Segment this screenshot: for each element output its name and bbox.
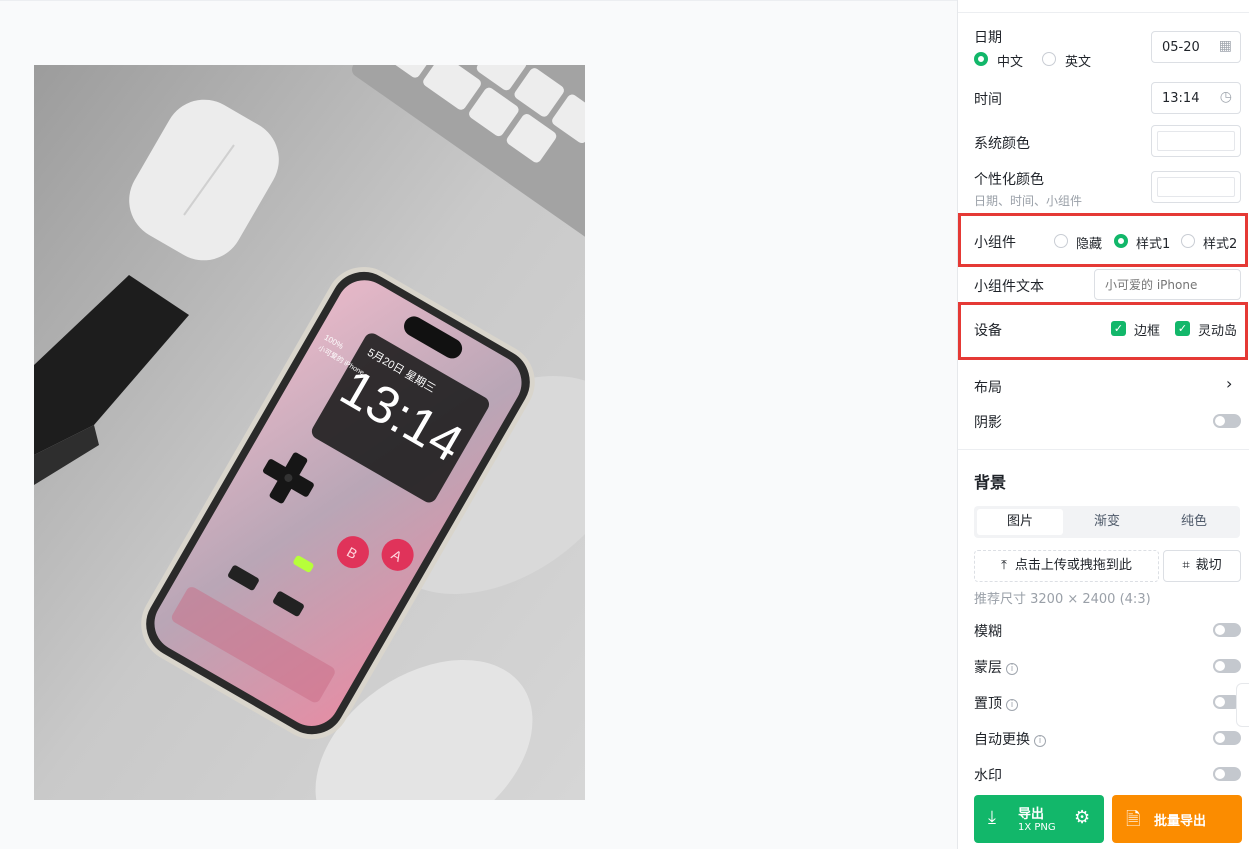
tab-solid[interactable]: 纯色 (1151, 509, 1237, 535)
chevron-right-icon[interactable]: › (1226, 374, 1232, 393)
upload-label: 点击上传或拽拖到此 (1014, 558, 1132, 573)
device-label: 设备 (974, 323, 1002, 339)
mask-toggle[interactable] (1213, 659, 1241, 673)
lang-zh-label: 中文 (997, 55, 1024, 70)
widget-text-input[interactable] (1094, 269, 1241, 300)
blur-label: 模糊 (974, 624, 1002, 640)
download-icon: ⤓ (988, 807, 996, 828)
info-icon[interactable]: i (1006, 663, 1018, 675)
crop-icon: ⌗ (1182, 558, 1190, 573)
personal-color-hint: 日期、时间、小组件 (974, 194, 1083, 208)
lang-radio-zh[interactable] (974, 52, 988, 66)
frame-checkbox[interactable]: ✓ (1111, 321, 1126, 336)
watermark-toggle[interactable] (1213, 767, 1241, 781)
widget-radio-style2[interactable] (1181, 234, 1195, 248)
side-handle[interactable] (1236, 683, 1249, 727)
widget-radio-style1[interactable] (1114, 234, 1128, 248)
frame-label: 边框 (1134, 324, 1161, 339)
background-title: 背景 (974, 473, 1007, 492)
time-picker[interactable]: 13:14 ◷ (1151, 82, 1241, 114)
mockup-image: 5月20日 星期三 13:14 100% 小可爱的 iPhone B A (34, 65, 585, 800)
personal-color-picker[interactable] (1151, 171, 1241, 203)
tab-image[interactable]: 图片 (977, 509, 1063, 535)
time-value: 13:14 (1162, 91, 1200, 106)
date-value: 05-20 (1162, 40, 1200, 55)
pin-top-label: 置顶 (974, 696, 1002, 712)
info-icon[interactable]: i (1034, 735, 1046, 747)
system-color-picker[interactable] (1151, 125, 1241, 157)
export-label: 导出 (1018, 807, 1045, 822)
time-label: 时间 (974, 92, 1002, 108)
widget-radio-hide[interactable] (1054, 234, 1068, 248)
tab-gradient[interactable]: 渐变 (1064, 509, 1150, 535)
mask-label: 蒙层 (974, 660, 1002, 676)
blur-toggle[interactable] (1213, 623, 1241, 637)
layout-label[interactable]: 布局 (974, 377, 1002, 397)
mask-label-row: 蒙层 i (974, 657, 1018, 677)
shadow-toggle[interactable] (1213, 414, 1241, 428)
calendar-icon: ▦ (1218, 38, 1232, 54)
widget-style1-label: 样式1 (1136, 237, 1171, 252)
widget-hide-label: 隐藏 (1076, 237, 1103, 252)
personal-color-label: 个性化颜色 (974, 172, 1044, 188)
info-icon[interactable]: i (1006, 699, 1018, 711)
export-button[interactable]: ⤓ 导出 1X PNG ⚙ (974, 795, 1104, 843)
auto-change-toggle[interactable] (1213, 731, 1241, 745)
watermark-label: 水印 (974, 768, 1002, 784)
date-label: 日期 (974, 30, 1002, 46)
export-sub: 1X PNG (1018, 822, 1056, 833)
mockup-scene: 5月20日 星期三 13:14 100% 小可爱的 iPhone B A (34, 65, 585, 800)
upload-button[interactable]: ⤒ 点击上传或拽拖到此 (974, 550, 1159, 582)
upload-icon: ⤒ (1001, 558, 1007, 573)
file-icon: 🗎 (1126, 809, 1141, 830)
background-tabs: 图片 渐变 纯色 (974, 506, 1240, 538)
pin-top-label-row: 置顶 i (974, 693, 1018, 713)
island-checkbox[interactable]: ✓ (1175, 321, 1190, 336)
shadow-label: 阴影 (974, 415, 1002, 431)
crop-label: 裁切 (1195, 558, 1222, 573)
island-label: 灵动岛 (1198, 324, 1238, 339)
recommend-size: 推荐尺寸 3200 × 2400 (4:3) (974, 592, 1151, 607)
lang-radio-en[interactable] (1042, 52, 1056, 66)
clock-icon: ◷ (1219, 89, 1232, 105)
auto-change-label: 自动更换 (974, 732, 1030, 748)
app-root: 5月20日 星期三 13:14 100% 小可爱的 iPhone B A 日期 … (0, 0, 1249, 849)
widget-style2-label: 样式2 (1203, 237, 1238, 252)
widget-label: 小组件 (974, 235, 1016, 251)
system-color-label: 系统颜色 (974, 136, 1030, 152)
gear-icon[interactable]: ⚙ (1074, 807, 1090, 828)
batch-export-button[interactable]: 🗎 批量导出 (1112, 795, 1242, 843)
crop-button[interactable]: ⌗ 裁切 (1163, 550, 1241, 582)
widget-text-label: 小组件文本 (974, 279, 1044, 295)
preview-canvas: 5月20日 星期三 13:14 100% 小可爱的 iPhone B A (0, 0, 957, 849)
date-picker[interactable]: 05-20 ▦ (1151, 31, 1241, 63)
batch-export-label: 批量导出 (1154, 814, 1207, 829)
settings-panel: 日期 中文 英文 05-20 ▦ 时间 13:14 ◷ 系统颜色 个性化颜色 日… (957, 0, 1249, 849)
lang-en-label: 英文 (1065, 55, 1092, 70)
auto-change-label-row: 自动更换 i (974, 729, 1046, 749)
